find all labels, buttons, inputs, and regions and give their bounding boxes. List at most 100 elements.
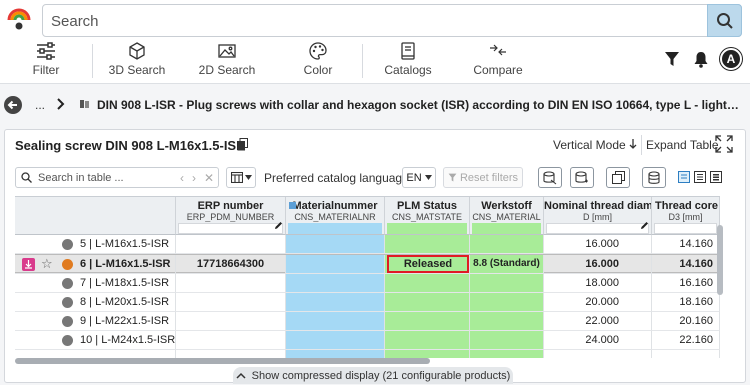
cell-d: 16.000 <box>544 235 652 254</box>
notifications-button[interactable] <box>690 48 712 70</box>
back-button[interactable] <box>4 96 22 114</box>
toolbar-divider <box>362 44 363 78</box>
catalogs-tool[interactable]: Catalogs <box>384 42 432 82</box>
top-bar <box>0 0 750 40</box>
filter-label: Filter <box>32 63 60 77</box>
table-row-selected[interactable]: ☆ 6 | L-M16x1.5-ISR 17718664300 Released… <box>15 254 720 274</box>
clear-search-icon[interactable]: ✕ <box>204 171 214 185</box>
filter-field-plm[interactable] <box>387 223 467 234</box>
copy-rows-button[interactable] <box>606 167 630 188</box>
language-value: EN <box>406 171 422 184</box>
bell-icon <box>694 51 708 68</box>
arrow-down-icon[interactable] <box>629 138 637 150</box>
filter-field-erp[interactable] <box>178 223 283 234</box>
table-row[interactable]: 7 | L-M18x1.5-ISR 18.000 16.160 <box>15 274 720 293</box>
chevron-right-icon <box>57 98 65 110</box>
cell-plm: Released <box>385 255 470 274</box>
column-settings-button[interactable] <box>226 167 256 188</box>
view-list-icon[interactable] <box>694 171 706 183</box>
cell-plm <box>385 312 470 331</box>
table-row[interactable]: 9 | L-M22x1.5-ISR 22.000 20.160 <box>15 312 720 331</box>
header-subtitle: ERP_PDM_NUMBER <box>186 212 275 222</box>
filter-field-werkstoff[interactable] <box>472 223 541 234</box>
view-detail-icon[interactable] <box>710 171 722 183</box>
table-search-input[interactable] <box>38 170 158 185</box>
header-plm-status[interactable]: PLM Status CNS_MATSTATE <box>385 197 470 235</box>
compare-tool[interactable]: Compare <box>472 42 524 82</box>
export-button[interactable] <box>538 167 562 188</box>
divider <box>641 135 642 155</box>
table-row[interactable]: 8 | L-M20x1.5-ISR 20.000 18.160 <box>15 293 720 312</box>
cell-erp <box>176 331 286 350</box>
search-input[interactable] <box>51 11 691 31</box>
header-subtitle: CNS_MATERIAL <box>472 212 541 222</box>
header-subtitle: D [mm] <box>583 212 612 222</box>
prev-match-icon[interactable]: ‹ <box>180 171 184 185</box>
reset-filters-label: Reset filters <box>459 171 519 184</box>
cell-plm <box>385 274 470 293</box>
pencil-icon[interactable] <box>274 221 283 230</box>
cell-name: 5 | L-M16x1.5-ISR <box>15 235 176 254</box>
breadcrumb-ellipsis[interactable]: ... <box>35 98 45 112</box>
cell-materialnummer <box>286 235 385 254</box>
language-select[interactable]: EN <box>402 167 436 188</box>
cell-materialnummer <box>286 331 385 350</box>
3d-search-tool[interactable]: 3D Search <box>108 42 166 82</box>
user-avatar[interactable]: A <box>720 48 742 70</box>
database-settings-button[interactable] <box>642 167 666 188</box>
table-row[interactable]: 5 | L-M16x1.5-ISR 16.000 14.160 <box>15 235 720 254</box>
pencil-icon[interactable] <box>640 221 649 230</box>
copy-icon <box>611 171 625 184</box>
next-match-icon[interactable]: › <box>192 171 196 185</box>
filter-field-materialnummer[interactable] <box>288 223 382 234</box>
2d-search-tool[interactable]: 2D Search <box>198 42 256 82</box>
header-title: ERP number <box>197 200 264 212</box>
color-tool[interactable]: Color <box>298 42 338 82</box>
header-nominal-thread[interactable]: Nominal thread diam... D [mm] <box>544 197 652 235</box>
filter-funnel-button[interactable] <box>661 48 683 70</box>
copy-icon[interactable] <box>237 138 248 151</box>
cell-name: 8 | L-M20x1.5-ISR <box>15 293 176 312</box>
header-materialnummer[interactable]: Materialnummer CNS_MATERIALNR <box>286 197 385 235</box>
cube-icon <box>129 42 145 60</box>
database-icon <box>648 170 660 184</box>
expand-icon[interactable] <box>715 135 733 153</box>
cell-d: 20.000 <box>544 293 652 312</box>
add-to-database-button[interactable] <box>570 167 594 188</box>
vertical-scrollbar[interactable] <box>717 225 723 295</box>
header-subtitle: CNS_MATERIALNR <box>294 212 376 222</box>
table-columns-icon <box>230 172 243 183</box>
expand-table-button[interactable]: Expand Table <box>646 138 719 152</box>
cell-plm <box>385 293 470 312</box>
header-werkstoff[interactable]: Werkstoff CNS_MATERIAL <box>470 197 544 235</box>
scrollbar-thumb[interactable] <box>15 358 430 364</box>
cell-d3: 18.160 <box>652 293 720 312</box>
reset-filters-button[interactable]: Reset filters <box>443 167 523 188</box>
header-erp-number[interactable]: ERP number ERP_PDM_NUMBER <box>176 197 286 235</box>
filter-field-d[interactable] <box>546 223 649 234</box>
product-panel: Sealing screw DIN 908 L-M16x1.5-ISR Vert… <box>4 129 746 384</box>
compressed-display-toggle[interactable]: Show compressed display (21 configurable… <box>233 367 513 384</box>
avatar-letter: A <box>726 52 736 66</box>
breadcrumb-current[interactable]: DIN 908 L-ISR - Plug screws with collar … <box>97 98 742 112</box>
filter-field-d3[interactable] <box>654 223 717 234</box>
app-logo-icon[interactable] <box>6 6 32 34</box>
table-row[interactable]: 10 | L-M24x1.5-ISR 24.000 22.160 <box>15 331 720 350</box>
image-icon <box>218 44 236 58</box>
cell-d3: 20.160 <box>652 312 720 331</box>
chevron-down-icon <box>244 175 252 180</box>
color-label: Color <box>303 63 333 77</box>
table-row-partial[interactable] <box>15 350 720 358</box>
app-window: Filter 3D Search 2D Search Color Catalog… <box>0 0 750 385</box>
search-button[interactable] <box>707 4 742 37</box>
vertical-mode-button[interactable]: Vertical Mode <box>553 138 626 152</box>
view-compact-icon[interactable] <box>678 171 690 183</box>
filter-tool[interactable]: Filter <box>28 42 64 82</box>
cell-werkstoff <box>470 235 544 254</box>
chevron-up-icon <box>236 372 246 379</box>
cell-plm <box>385 350 470 358</box>
horizontal-scrollbar[interactable] <box>15 358 720 364</box>
catalogs-label: Catalogs <box>384 63 432 77</box>
cell-d3: 16.160 <box>652 274 720 293</box>
header-thread-core[interactable]: Thread core di D3 [mm] <box>652 197 720 235</box>
